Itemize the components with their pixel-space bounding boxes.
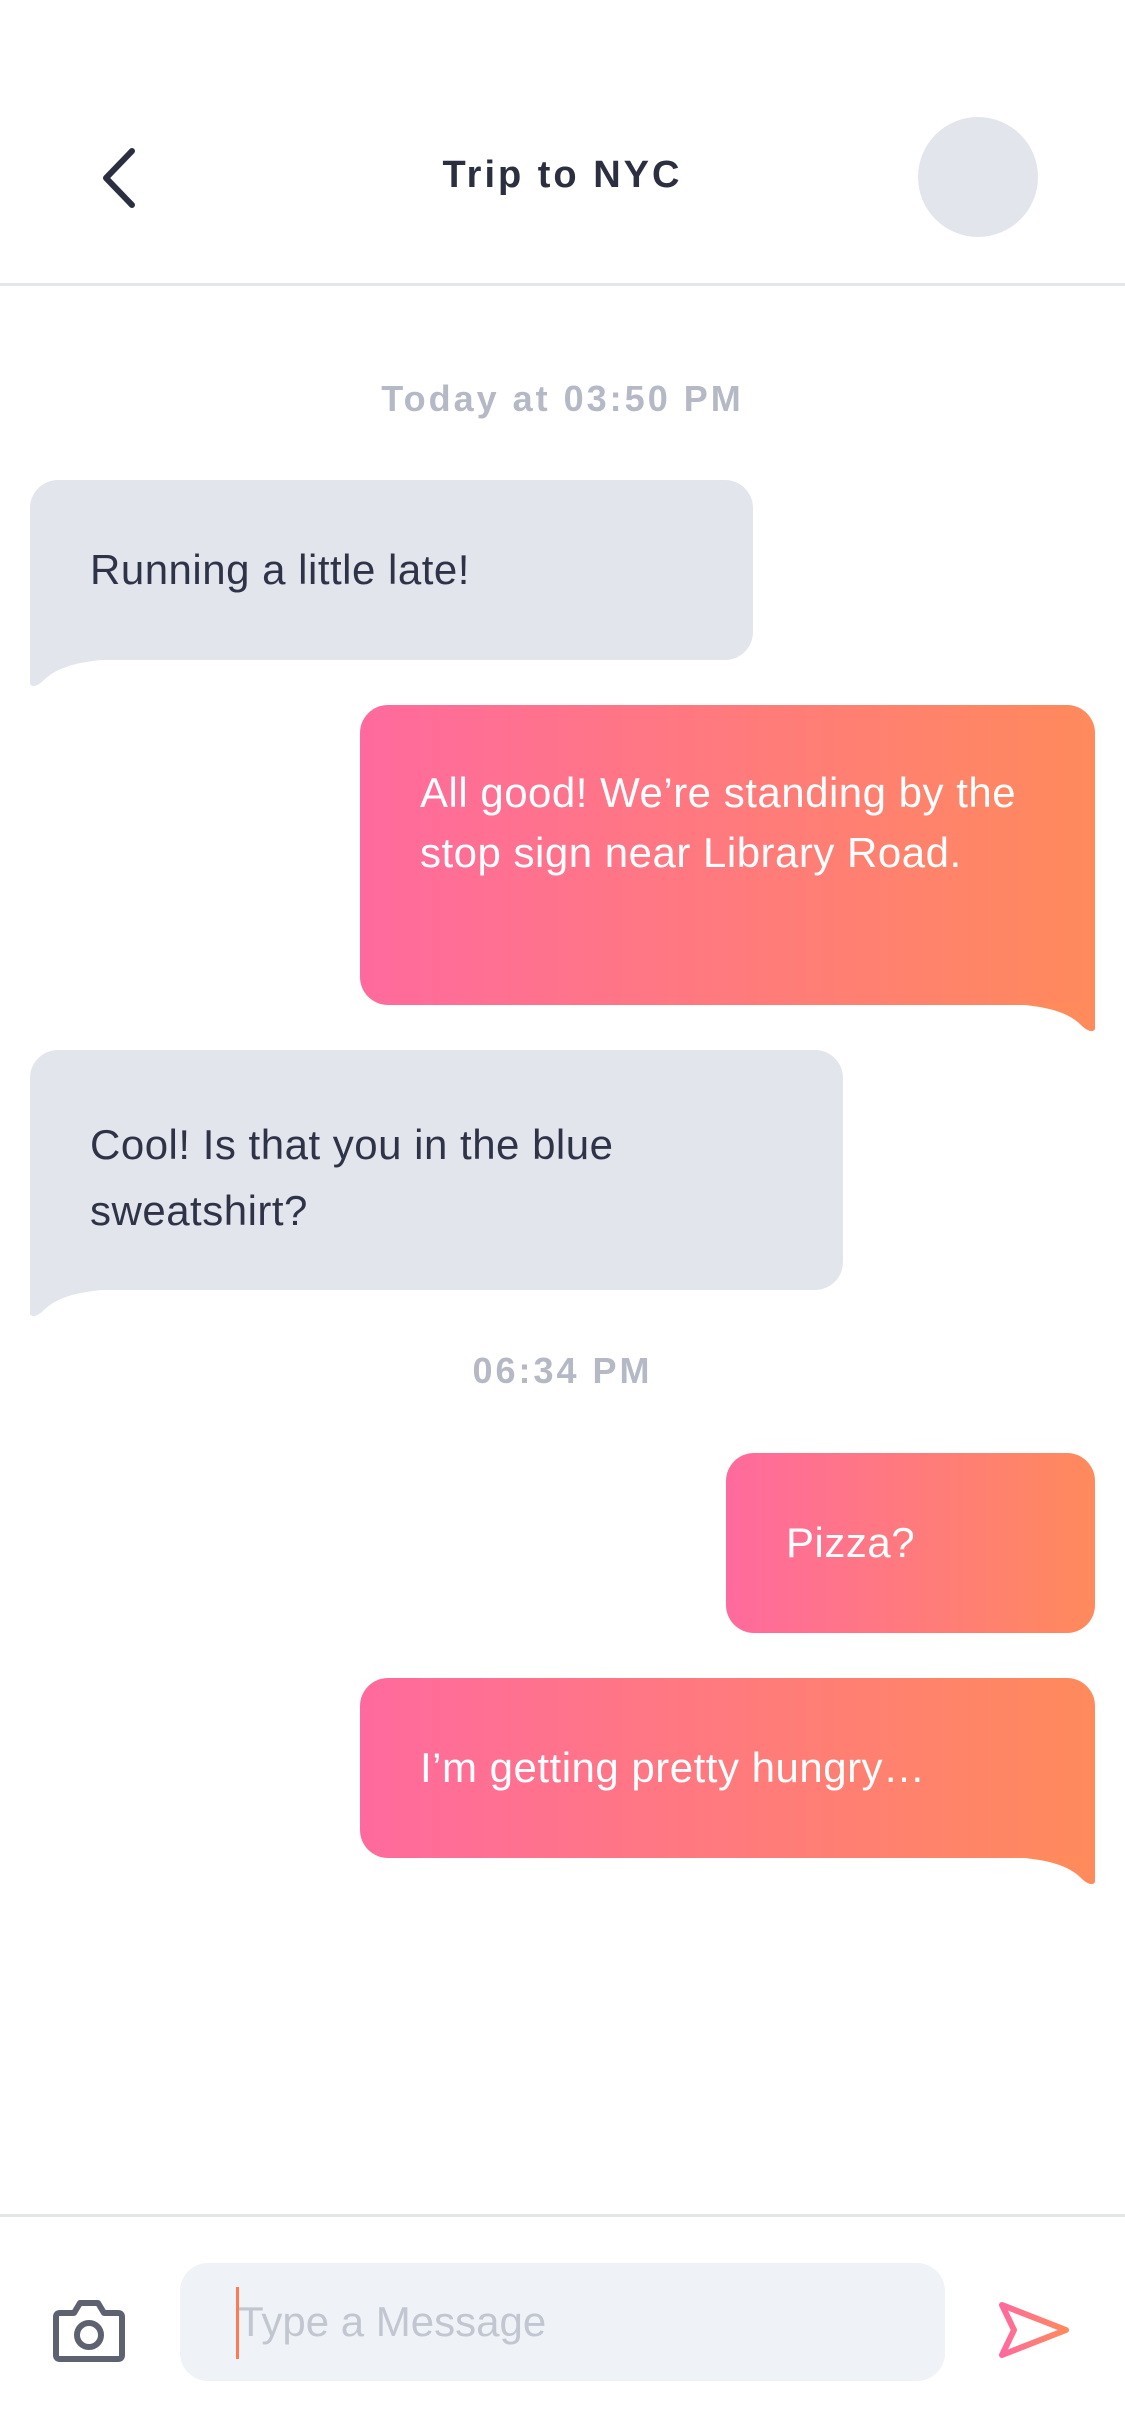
message-text: Pizza?	[786, 1519, 916, 1566]
message-composer	[0, 2214, 1125, 2436]
message-input-container[interactable]	[180, 2263, 945, 2381]
bubble-tail	[30, 1288, 150, 1317]
bubble-tail	[30, 658, 150, 687]
message-bubble-sent[interactable]: Pizza?	[726, 1453, 1095, 1633]
message-text: Running a little late!	[90, 546, 470, 593]
message-input[interactable]	[236, 2297, 945, 2347]
chat-header: Trip to NYC	[0, 0, 1125, 286]
send-button[interactable]	[998, 2300, 1070, 2360]
message-text: Cool! Is that you in the blue sweatshirt…	[90, 1121, 614, 1234]
send-icon	[999, 2302, 1069, 2358]
camera-icon	[53, 2300, 125, 2362]
bubble-tail	[975, 1856, 1095, 1885]
avatar[interactable]	[918, 117, 1038, 237]
message-text: I’m getting pretty hungry…	[420, 1744, 926, 1791]
timestamp: 06:34 PM	[472, 1350, 653, 1391]
message-bubble-sent[interactable]: I’m getting pretty hungry…	[360, 1678, 1095, 1885]
message-bubble-received[interactable]: Running a little late!	[30, 480, 753, 687]
timestamp: Today at 03:50 PM	[381, 378, 744, 419]
text-cursor	[236, 2287, 239, 2359]
bubble-tail	[975, 1003, 1095, 1032]
message-bubble-sent[interactable]: All good! We’re standing by the stop sig…	[360, 705, 1095, 1032]
message-bubble-received[interactable]: Cool! Is that you in the blue sweatshirt…	[30, 1050, 843, 1317]
message-text: All good! We’re standing by the stop sig…	[420, 769, 1017, 876]
chat-screen: Trip to NYC Today at 03:50 PM Running a …	[0, 0, 1125, 2436]
camera-button[interactable]	[52, 2297, 126, 2363]
